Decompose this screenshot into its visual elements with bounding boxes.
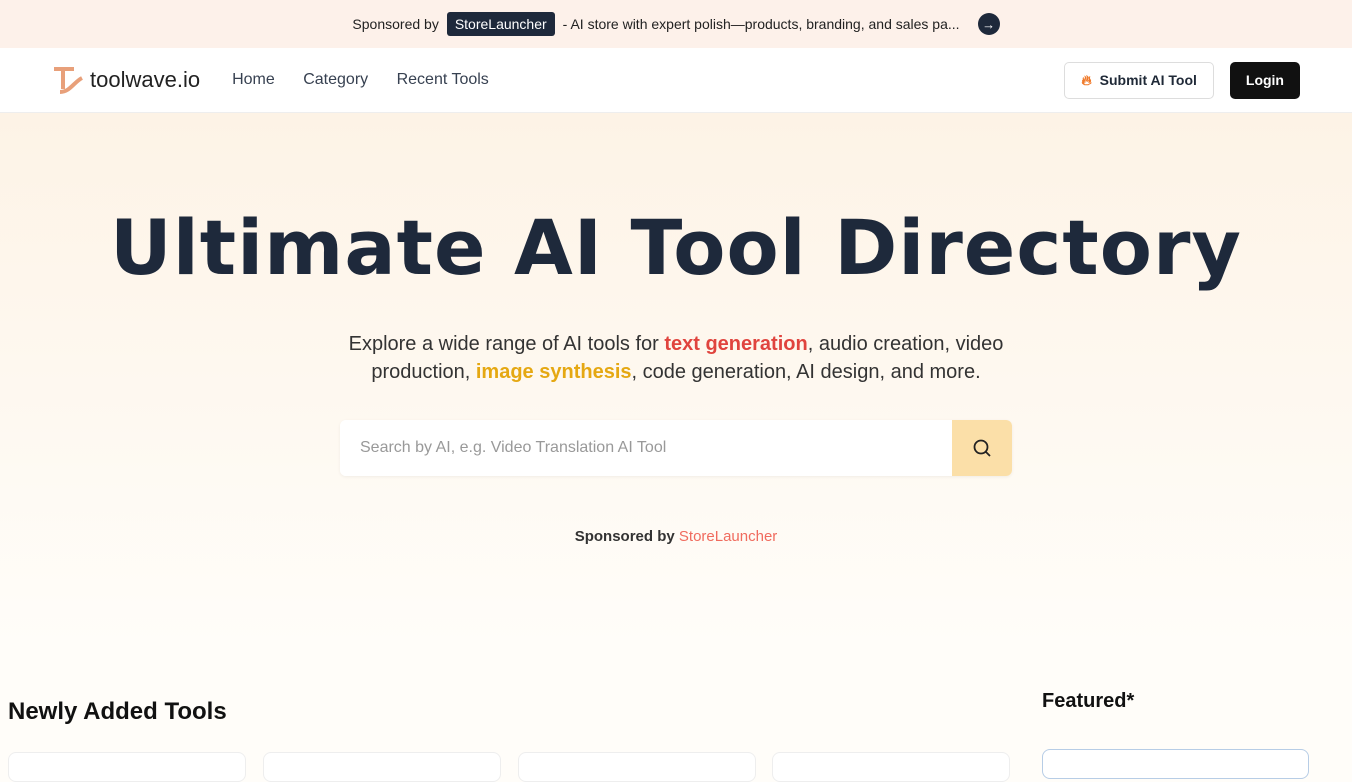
fire-icon: 🔥︎ (1081, 71, 1092, 88)
navbar: toolwave.io Home Category Recent Tools 🔥… (0, 48, 1352, 113)
featured-card[interactable] (1042, 749, 1309, 779)
highlight-image-synthesis: image synthesis (475, 361, 632, 383)
search-bar (340, 420, 1012, 476)
nav-recent-tools[interactable]: Recent Tools (397, 71, 489, 88)
search-icon (973, 439, 991, 457)
newly-added-heading: Newly Added Tools (8, 698, 227, 725)
banner-prefix: Sponsored by (352, 16, 439, 32)
login-button[interactable]: Login (1229, 61, 1300, 99)
sponsor-badge[interactable]: StoreLauncher (446, 12, 555, 36)
page-title: Ultimate AI Tool Directory (110, 203, 1242, 292)
arrow-right-icon[interactable]: → (977, 13, 1000, 35)
nav-category[interactable]: Category (303, 71, 368, 88)
nav-home[interactable]: Home (232, 71, 275, 88)
logo-text: toolwave.io (90, 67, 201, 92)
search-input[interactable] (340, 420, 952, 476)
logo[interactable]: toolwave.io (52, 65, 200, 95)
tool-card[interactable] (772, 752, 1010, 782)
hero-subtitle: Explore a wide range of AI tools for tex… (348, 333, 1004, 383)
banner-text: - AI store with expert polish—products, … (562, 16, 960, 32)
sponsored-line: Sponsored by StoreLauncher (574, 528, 778, 545)
sponsor-banner[interactable]: Sponsored by StoreLauncher - AI store wi… (0, 0, 1352, 48)
submit-ai-tool-button[interactable]: 🔥︎ Submit AI Tool (1064, 61, 1214, 99)
submit-label: Submit AI Tool (1099, 72, 1197, 88)
tool-card[interactable] (263, 752, 501, 782)
search-button[interactable] (952, 420, 1012, 476)
logo-icon (54, 67, 84, 94)
sponsor-link[interactable]: StoreLauncher (679, 528, 777, 545)
featured-heading: Featured* (1042, 690, 1135, 712)
tool-card[interactable] (8, 752, 246, 782)
tool-card[interactable] (518, 752, 756, 782)
highlight-text-generation: text generation (664, 333, 808, 355)
hero: Ultimate AI Tool Directory Explore a wid… (0, 113, 1352, 643)
